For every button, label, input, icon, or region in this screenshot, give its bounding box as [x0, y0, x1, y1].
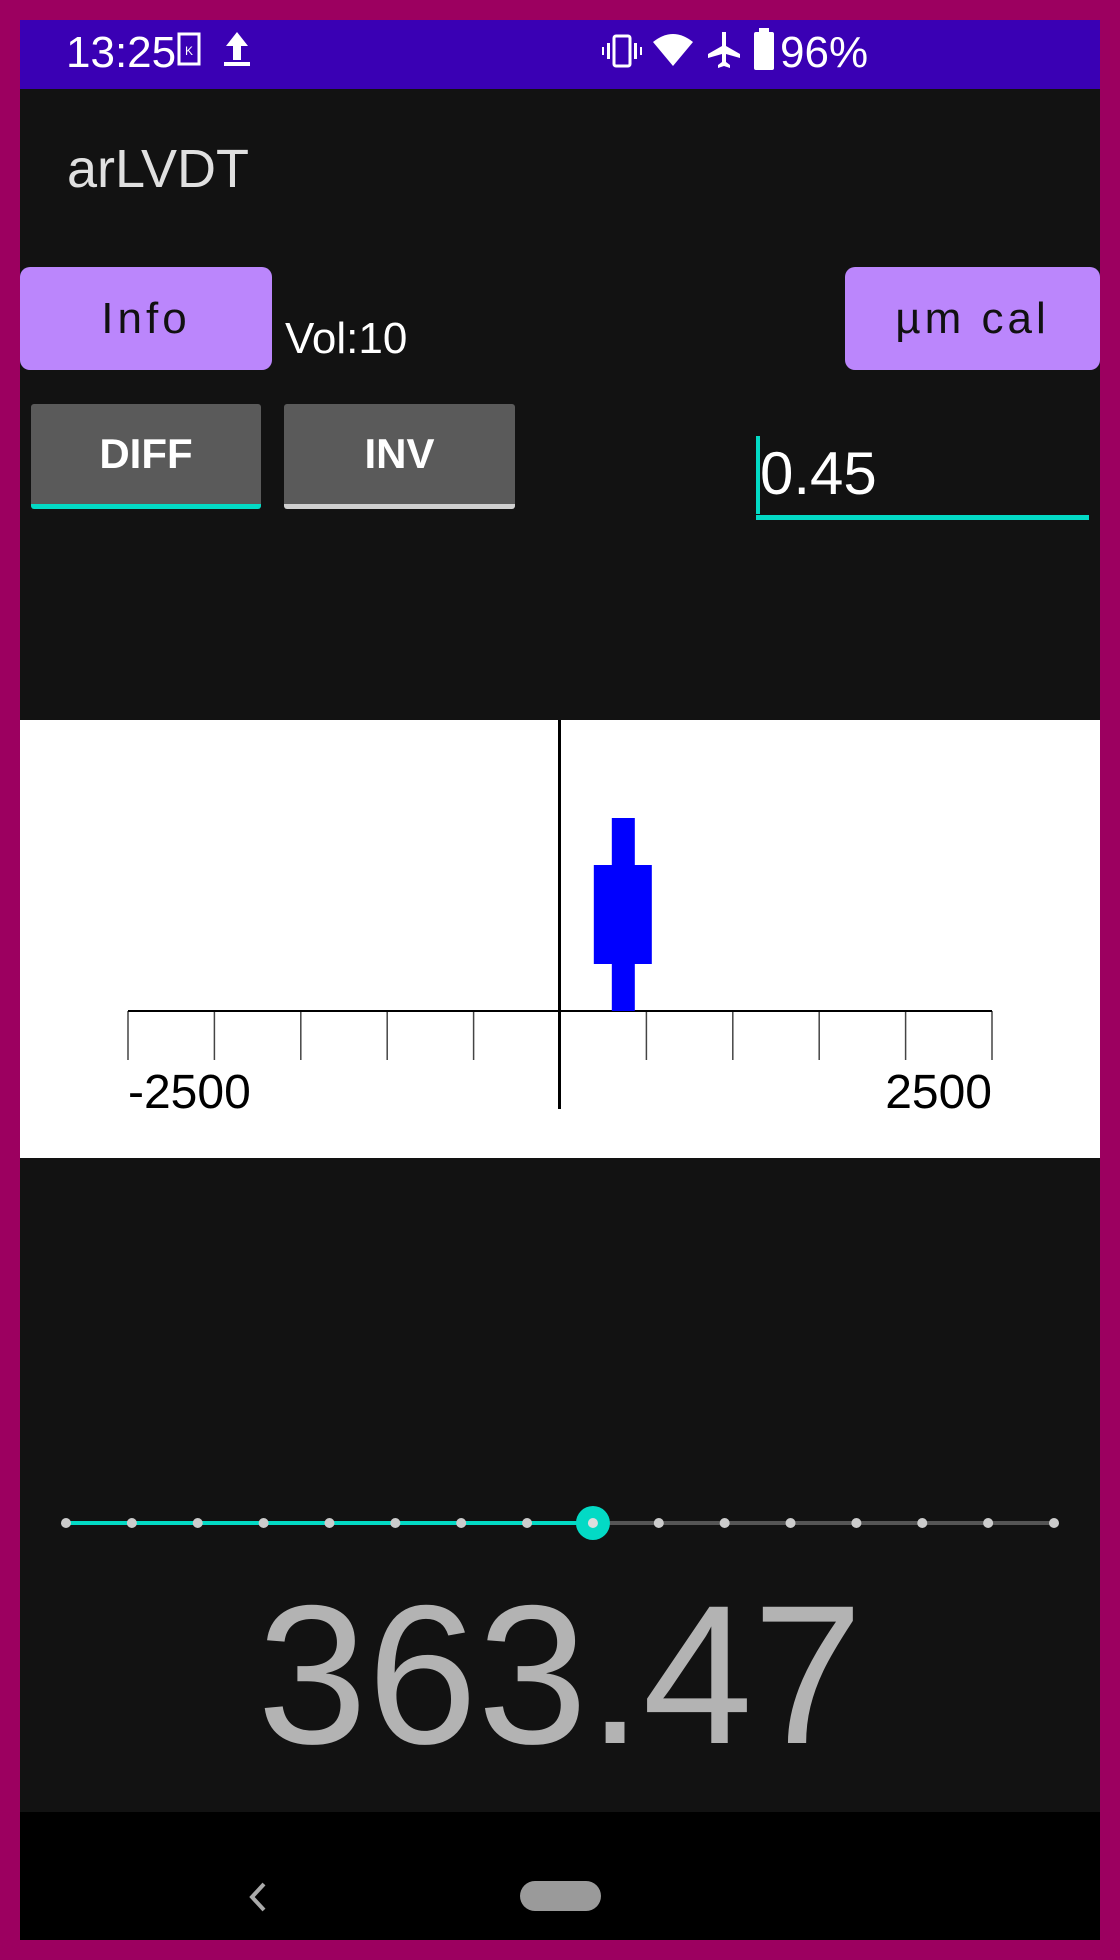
marker-box	[593, 865, 652, 964]
reading-display: 363.47	[257, 1564, 863, 1785]
vibrate-icon	[602, 34, 642, 68]
slider-tick	[324, 1518, 335, 1528]
status-bar: 13:25 K 96%	[20, 20, 1100, 89]
k-notification-icon: K	[177, 32, 201, 66]
text-caret	[756, 436, 760, 514]
slider-tick	[719, 1518, 730, 1528]
slider-tick	[390, 1518, 401, 1528]
inv-toggle[interactable]: INV	[284, 404, 515, 509]
slider-tick	[983, 1518, 994, 1528]
lvdt-chart: -2500 2500	[20, 720, 1100, 1158]
chart-svg: -2500 2500	[127, 720, 993, 1119]
calibration-input[interactable]: 0.45	[756, 434, 1089, 520]
slider-tick	[522, 1518, 533, 1528]
home-pill[interactable]	[520, 1881, 601, 1911]
slider-tick	[851, 1518, 862, 1528]
slider-tick	[192, 1518, 203, 1528]
wifi-icon	[653, 34, 693, 66]
airplane-icon	[708, 32, 740, 68]
slider-thumb-dot	[587, 1518, 598, 1528]
upload-icon	[224, 32, 250, 66]
slider-tick	[61, 1518, 71, 1528]
slider-tick	[258, 1518, 269, 1528]
screen: 13:25 K 96% arLVDT Info Vol:10 µm cal DI…	[20, 20, 1100, 1940]
slider-tick	[126, 1518, 137, 1528]
volume-label: Vol:10	[285, 314, 408, 363]
battery-icon	[754, 28, 774, 70]
tick-label-min: -2500	[128, 1066, 251, 1119]
slider-tick	[1049, 1518, 1059, 1528]
um-cal-button[interactable]: µm cal	[845, 267, 1100, 370]
back-icon[interactable]	[246, 1880, 270, 1914]
status-time: 13:25	[66, 28, 177, 77]
app-title: arLVDT	[67, 139, 250, 199]
battery-percent: 96%	[780, 28, 869, 77]
navigation-bar	[20, 1812, 1100, 1940]
slider-tick	[653, 1518, 664, 1528]
slider-tick	[917, 1518, 928, 1528]
svg-text:K: K	[185, 44, 193, 58]
diff-toggle[interactable]: DIFF	[31, 404, 261, 509]
info-button[interactable]: Info	[20, 267, 272, 370]
slider-tick	[456, 1518, 467, 1528]
volume-slider[interactable]	[20, 1500, 1100, 1550]
slider-tick	[785, 1518, 796, 1528]
tick-label-max: 2500	[885, 1066, 992, 1119]
